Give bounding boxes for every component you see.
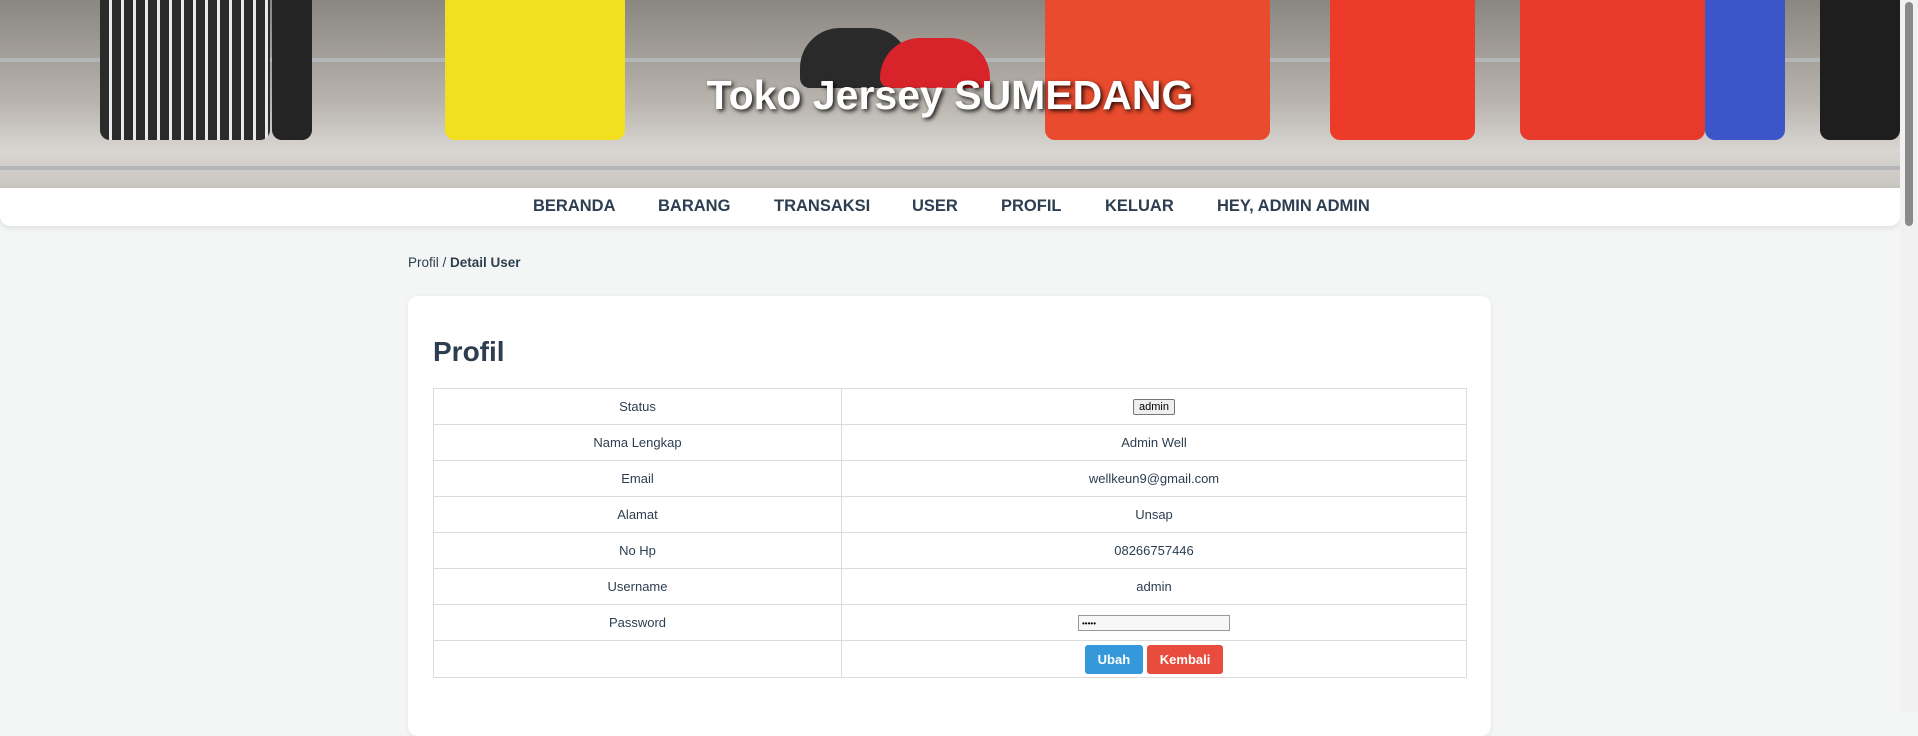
jersey-red-image: [1520, 0, 1705, 140]
jersey-red-image: [1045, 0, 1270, 140]
nav-item-beranda[interactable]: BERANDA: [533, 197, 616, 216]
nav-menu: BERANDA BARANG TRANSAKSI USER PROFIL KEL…: [0, 188, 1900, 226]
profile-detail-table: Status admin Nama Lengkap Admin Well Ema…: [433, 388, 1467, 678]
row-value-alamat: Unsap: [841, 496, 1467, 533]
page-title: Profil: [433, 336, 505, 367]
action-row-empty-cell: [433, 640, 842, 678]
status-button[interactable]: admin: [1133, 399, 1175, 415]
header-banner: Toko Jersey SUMEDANG: [0, 0, 1900, 188]
action-row-buttons: Ubah Kembali: [841, 640, 1467, 678]
row-value-password: [841, 604, 1467, 641]
jersey-red-image: [1330, 0, 1475, 140]
table-row: Email wellkeun9@gmail.com: [433, 460, 1467, 497]
row-label-nohp: No Hp: [433, 532, 842, 569]
jersey-dark-image: [272, 0, 312, 140]
jersey-striped-image: [100, 0, 270, 140]
jersey-blue-image: [1705, 0, 1785, 140]
table-row: Password: [433, 604, 1467, 641]
site-title: Toko Jersey SUMEDANG: [706, 72, 1194, 118]
back-button[interactable]: Kembali: [1146, 644, 1224, 674]
table-row: Nama Lengkap Admin Well: [433, 424, 1467, 461]
table-row: No Hp 08266757446: [433, 532, 1467, 569]
action-row: Ubah Kembali: [433, 640, 1467, 678]
row-label-email: Email: [433, 460, 842, 497]
row-label-username: Username: [433, 568, 842, 605]
navbar: BERANDA BARANG TRANSAKSI USER PROFIL KEL…: [0, 188, 1900, 226]
row-value-status: admin: [841, 388, 1467, 425]
row-label-status: Status: [433, 388, 842, 425]
nav-item-greeting[interactable]: HEY, ADMIN ADMIN: [1217, 197, 1370, 216]
nav-item-profil[interactable]: PROFIL: [1001, 197, 1062, 216]
row-value-nohp: 08266757446: [841, 532, 1467, 569]
row-label-alamat: Alamat: [433, 496, 842, 533]
table-row: Username admin: [433, 568, 1467, 605]
nav-item-barang[interactable]: BARANG: [658, 197, 730, 216]
nav-item-transaksi[interactable]: TRANSAKSI: [774, 197, 870, 216]
row-value-nama: Admin Well: [841, 424, 1467, 461]
breadcrumb-current: Detail User: [450, 255, 521, 270]
row-label-nama: Nama Lengkap: [433, 424, 842, 461]
scrollbar-thumb[interactable]: [1905, 2, 1913, 226]
hanging-rod: [0, 166, 1900, 170]
profile-card: Profil Status admin Nama Lengkap Admin W…: [408, 296, 1491, 736]
row-value-username: admin: [841, 568, 1467, 605]
breadcrumb-separator: /: [438, 255, 451, 270]
page-scrollbar[interactable]: [1900, 0, 1918, 712]
password-field[interactable]: [1078, 615, 1230, 632]
jersey-dark-image: [1820, 0, 1900, 140]
row-label-password: Password: [433, 604, 842, 641]
nav-item-keluar[interactable]: KELUAR: [1105, 197, 1174, 216]
nav-item-user[interactable]: USER: [912, 197, 958, 216]
row-value-email: wellkeun9@gmail.com: [841, 460, 1467, 497]
breadcrumb-link-profil[interactable]: Profil: [408, 255, 439, 270]
breadcrumb: Profil / Detail User: [408, 255, 521, 270]
table-row: Alamat Unsap: [433, 496, 1467, 533]
jersey-yellow-image: [445, 0, 625, 140]
table-row: Status admin: [433, 388, 1467, 425]
edit-button[interactable]: Ubah: [1084, 644, 1144, 674]
